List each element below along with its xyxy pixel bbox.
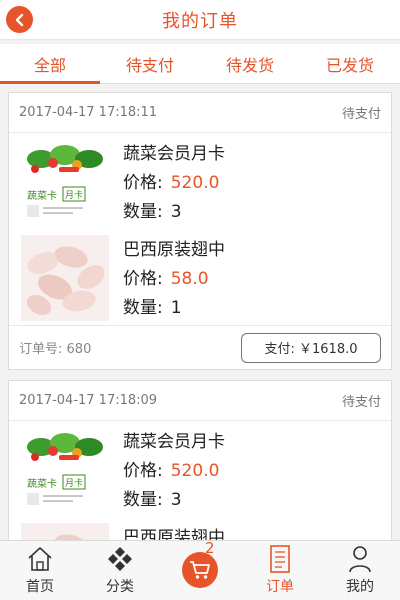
order-number-label: 订单号: (19, 342, 63, 357)
order-card: 2017-04-17 17:18:11 待支付 蔬菜卡 月卡 蔬菜会员月卡 价格… (8, 92, 392, 370)
tab-pending-payment[interactable]: 待支付 (100, 44, 200, 83)
vegetable-card-image: 蔬菜卡 月卡 (21, 427, 109, 513)
app: 我的订单 全部 待支付 待发货 已发货 2017-04-17 17:18:11 … (0, 0, 400, 600)
quantity-label: 数量: (123, 490, 163, 510)
order-item[interactable]: 蔬菜卡 月卡 蔬菜会员月卡 价格: 520.0 数量: 3 (9, 133, 391, 229)
product-info: 蔬菜会员月卡 价格: 520.0 数量: 3 (123, 139, 225, 229)
order-number: 订单号: 680 (19, 338, 91, 357)
price-value: 58.0 (170, 269, 209, 289)
page-title: 我的订单 (162, 10, 238, 32)
product-name: 蔬菜会员月卡 (123, 144, 225, 164)
price-row: 价格: 520.0 (123, 458, 225, 484)
price-label: 价格: (123, 173, 163, 193)
order-footer: 订单号: 680 支付: ￥1618.0 (9, 325, 391, 369)
price-value: 520.0 (170, 461, 220, 481)
home-icon (28, 547, 52, 571)
quantity-row: 数量: 3 (123, 487, 225, 513)
order-item[interactable]: 巴西原装翅中 价格: 58.0 数量: 1 (9, 229, 391, 325)
order-time: 2017-04-17 17:18:09 (19, 393, 158, 408)
quantity-label: 数量: (123, 202, 163, 222)
price-value: 520.0 (170, 173, 220, 193)
back-button[interactable] (6, 6, 33, 33)
order-status: 待支付 (341, 395, 381, 410)
chevron-left-icon (15, 13, 23, 26)
product-info: 蔬菜会员月卡 价格: 520.0 数量: 3 (123, 427, 225, 517)
quantity-value: 3 (170, 202, 182, 222)
order-item[interactable]: 蔬菜卡 月卡 蔬菜会员月卡 价格: 520.0 数量: 3 (9, 421, 391, 517)
card-brand-text: 蔬菜卡 (27, 189, 57, 202)
order-status: 待支付 (341, 107, 381, 122)
chicken-wings-image (21, 523, 109, 540)
nav-orders-label: 订单 (266, 579, 294, 595)
order-header: 2017-04-17 17:18:11 待支付 (9, 93, 391, 133)
card-brand-text: 蔬菜卡 (27, 477, 57, 490)
tab-pending-shipment[interactable]: 待发货 (200, 44, 300, 83)
nav-category-label: 分类 (106, 579, 134, 595)
cart-icon (190, 561, 210, 579)
order-card: 2017-04-17 17:18:09 待支付 蔬菜卡 月卡 蔬菜会员月卡 价格… (8, 380, 392, 540)
tab-shipped[interactable]: 已发货 (300, 44, 400, 83)
order-number-value: 680 (66, 342, 92, 357)
vegetable-card-image: 蔬菜卡 月卡 (21, 139, 109, 225)
quantity-value: 3 (170, 490, 182, 510)
product-name: 蔬菜会员月卡 (123, 432, 225, 452)
user-icon (349, 546, 371, 573)
nav-home[interactable]: 首页 (0, 541, 80, 600)
nav-cart[interactable]: 2 (160, 539, 240, 600)
order-item[interactable]: 巴西原装翅中 (9, 517, 391, 540)
pay-button[interactable]: 支付: ￥1618.0 (241, 332, 381, 363)
price-label: 价格: (123, 461, 163, 481)
order-header: 2017-04-17 17:18:09 待支付 (9, 381, 391, 421)
quantity-row: 数量: 1 (123, 295, 225, 321)
chicken-wings-image (21, 235, 109, 321)
quantity-row: 数量: 3 (123, 199, 225, 225)
nav-profile[interactable]: 我的 (320, 541, 400, 600)
quantity-value: 1 (170, 298, 182, 318)
product-info: 巴西原装翅中 (123, 523, 225, 540)
quantity-label: 数量: (123, 298, 163, 318)
nav-orders[interactable]: 订单 (240, 541, 320, 600)
nav-profile-label: 我的 (346, 579, 374, 595)
order-icon (270, 545, 290, 573)
category-icon (108, 547, 132, 571)
product-name: 巴西原装翅中 (123, 240, 225, 260)
price-row: 价格: 520.0 (123, 170, 225, 196)
card-tag-text: 月卡 (65, 189, 83, 201)
bottom-nav: 首页 分类 2 订单 我的 (0, 539, 400, 600)
price-row: 价格: 58.0 (123, 266, 225, 292)
order-tabs: 全部 待支付 待发货 已发货 (0, 44, 400, 84)
product-name: 巴西原装翅中 (123, 528, 225, 540)
cart-badge: 2 (205, 539, 215, 557)
header-bar: 我的订单 (0, 0, 400, 40)
nav-home-label: 首页 (26, 579, 54, 595)
order-list[interactable]: 2017-04-17 17:18:11 待支付 蔬菜卡 月卡 蔬菜会员月卡 价格… (0, 84, 400, 540)
tab-all[interactable]: 全部 (0, 44, 100, 84)
price-label: 价格: (123, 269, 163, 289)
card-tag-text: 月卡 (65, 477, 83, 489)
product-info: 巴西原装翅中 价格: 58.0 数量: 1 (123, 235, 225, 325)
nav-category[interactable]: 分类 (80, 541, 160, 600)
order-time: 2017-04-17 17:18:11 (19, 105, 158, 120)
